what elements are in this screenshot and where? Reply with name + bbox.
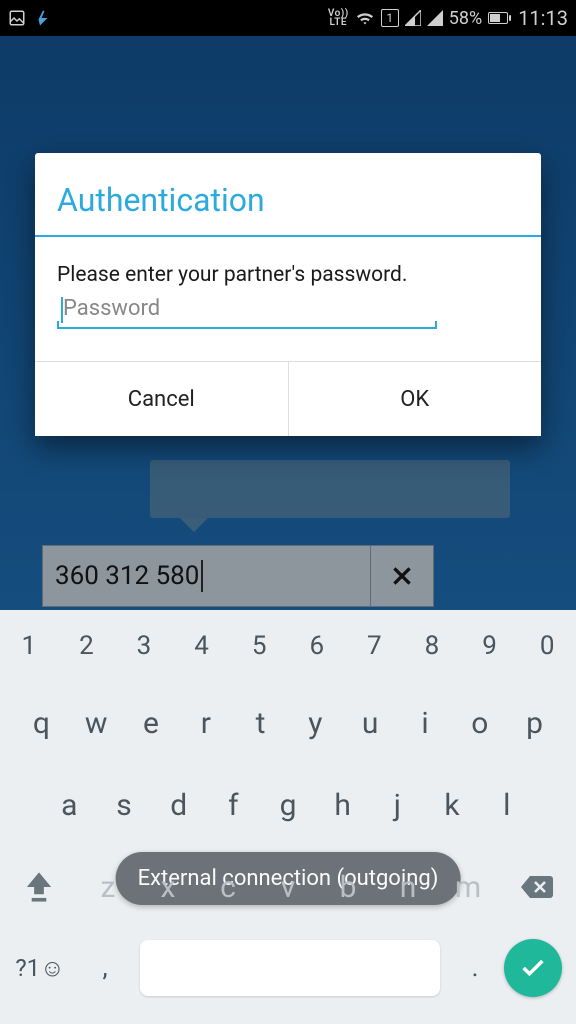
key-r[interactable]: r xyxy=(178,682,233,764)
key-6[interactable]: 6 xyxy=(288,610,346,682)
authentication-dialog: Authentication Please enter your partner… xyxy=(35,153,541,436)
cleaner-icon xyxy=(34,9,52,27)
sim-slot-icon: 1 xyxy=(381,9,399,27)
input-cursor xyxy=(61,297,63,323)
wifi-icon xyxy=(355,10,375,26)
hint-bubble xyxy=(150,460,510,518)
key-4[interactable]: 4 xyxy=(173,610,231,682)
key-k[interactable]: k xyxy=(425,764,480,846)
key-o[interactable]: o xyxy=(452,682,507,764)
key-n[interactable]: n xyxy=(378,846,438,928)
key-row-numbers: 1234567890 xyxy=(0,610,576,682)
key-7[interactable]: 7 xyxy=(346,610,404,682)
key-1[interactable]: 1 xyxy=(0,610,58,682)
key-row-3: asdfghjkl xyxy=(0,764,576,846)
key-f[interactable]: f xyxy=(206,764,261,846)
signal-2-icon xyxy=(427,10,443,26)
partner-id-value: 360 312 580 xyxy=(55,561,199,591)
key-0[interactable]: 0 xyxy=(518,610,576,682)
status-bar: Vo)) LTE 1 58% 11:13 xyxy=(0,0,576,36)
key-y[interactable]: y xyxy=(288,682,343,764)
picture-icon xyxy=(8,9,26,27)
key-c[interactable]: c xyxy=(198,846,258,928)
battery-pct: 58% xyxy=(449,8,482,29)
key-row-4: External connection (outgoing) zxcvbnm xyxy=(0,846,576,928)
signal-1-icon xyxy=(405,10,421,26)
partner-id-box: 360 312 580 xyxy=(42,545,434,607)
key-row-bottom: ?1☺ , . xyxy=(0,928,576,1008)
dialog-message: Please enter your partner's password. xyxy=(57,263,519,287)
key-8[interactable]: 8 xyxy=(403,610,461,682)
key-b[interactable]: b xyxy=(318,846,378,928)
key-h[interactable]: h xyxy=(315,764,370,846)
key-w[interactable]: w xyxy=(69,682,124,764)
space-key[interactable] xyxy=(140,940,440,996)
dialog-title: Authentication xyxy=(35,153,541,235)
key-v[interactable]: v xyxy=(258,846,318,928)
key-g[interactable]: g xyxy=(261,764,316,846)
key-q[interactable]: q xyxy=(14,682,69,764)
key-u[interactable]: u xyxy=(343,682,398,764)
key-a[interactable]: a xyxy=(42,764,97,846)
clear-partner-id-button[interactable] xyxy=(371,563,433,589)
key-5[interactable]: 5 xyxy=(230,610,288,682)
key-z[interactable]: z xyxy=(78,846,138,928)
key-p[interactable]: p xyxy=(507,682,562,764)
ok-button[interactable]: OK xyxy=(288,362,542,436)
key-t[interactable]: t xyxy=(233,682,288,764)
key-9[interactable]: 9 xyxy=(461,610,519,682)
cancel-button[interactable]: Cancel xyxy=(35,362,288,436)
shift-key[interactable] xyxy=(0,846,78,928)
volte-icon: Vo)) LTE xyxy=(328,9,349,27)
text-cursor xyxy=(201,560,203,592)
partner-id-input[interactable]: 360 312 580 xyxy=(43,546,371,606)
hint-bubble-tail xyxy=(180,518,208,532)
key-s[interactable]: s xyxy=(97,764,152,846)
key-3[interactable]: 3 xyxy=(115,610,173,682)
key-row-2: qwertyuiop xyxy=(0,682,576,764)
key-m[interactable]: m xyxy=(438,846,498,928)
symbols-key[interactable]: ?1☺ xyxy=(0,954,80,983)
password-placeholder: Password xyxy=(63,296,160,321)
comma-key[interactable]: , xyxy=(80,953,130,983)
soft-keyboard: 1234567890 qwertyuiop asdfghjkl External… xyxy=(0,610,576,1024)
key-2[interactable]: 2 xyxy=(58,610,116,682)
period-key[interactable]: . xyxy=(450,953,500,983)
battery-icon xyxy=(488,12,508,24)
key-i[interactable]: i xyxy=(398,682,453,764)
backspace-key[interactable] xyxy=(498,846,576,928)
key-d[interactable]: d xyxy=(151,764,206,846)
enter-key[interactable] xyxy=(504,939,562,997)
key-l[interactable]: l xyxy=(479,764,534,846)
clock: 11:13 xyxy=(518,6,568,30)
key-e[interactable]: e xyxy=(124,682,179,764)
key-x[interactable]: x xyxy=(138,846,198,928)
key-j[interactable]: j xyxy=(370,764,425,846)
